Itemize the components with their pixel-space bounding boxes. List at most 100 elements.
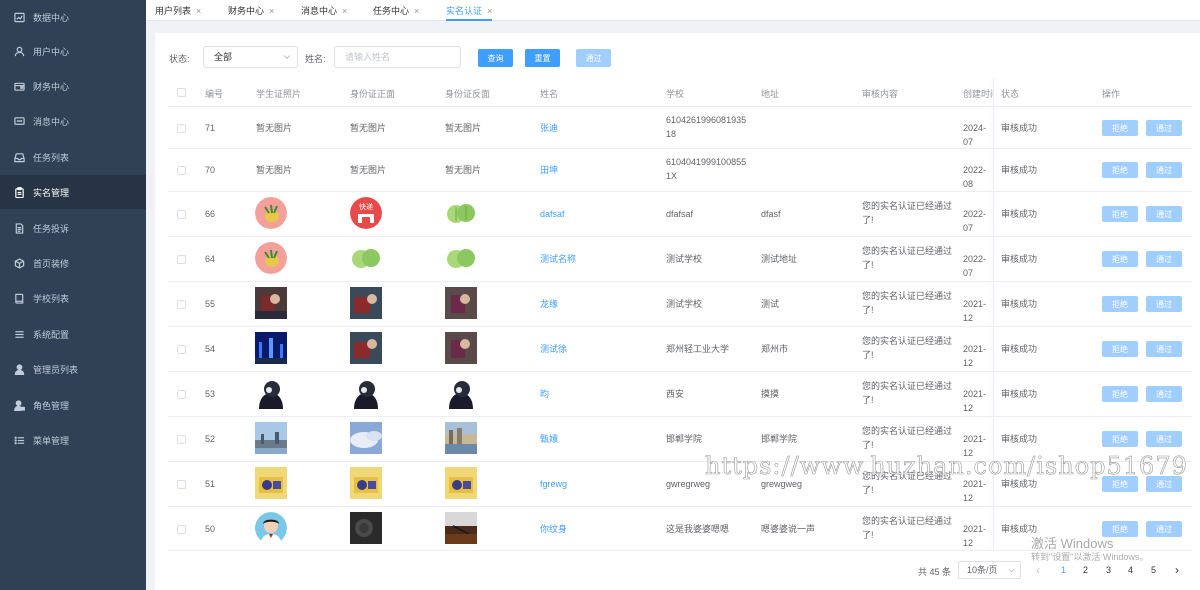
page-button-4[interactable]: 4: [1128, 565, 1133, 575]
row-checkbox[interactable]: [177, 390, 186, 399]
sidebar-item-menu-manage[interactable]: 菜单管理: [0, 423, 146, 457]
close-icon[interactable]: ×: [414, 6, 419, 16]
sidebar-item-homepage-decor[interactable]: 首页装修: [0, 246, 146, 280]
reset-button[interactable]: 重置: [525, 49, 560, 67]
status-select[interactable]: 全部: [203, 46, 298, 68]
page-button-3[interactable]: 3: [1106, 565, 1111, 575]
student-card-photo[interactable]: [255, 377, 287, 409]
approve-button[interactable]: 通过: [1146, 162, 1182, 178]
select-all-checkbox[interactable]: [177, 88, 186, 97]
id-front-photo[interactable]: [350, 242, 382, 274]
student-card-photo[interactable]: [255, 197, 287, 229]
page-size-select[interactable]: 10条/页: [958, 561, 1021, 579]
name-link[interactable]: 测试名称: [540, 252, 576, 266]
batch-approve-button[interactable]: 通过: [576, 49, 611, 67]
page-button-1[interactable]: 1: [1061, 565, 1066, 575]
sidebar-item-messages[interactable]: 消息中心: [0, 104, 146, 138]
sidebar-item-admin-list[interactable]: 管理员列表: [0, 352, 146, 386]
name-link[interactable]: 张迪: [540, 121, 558, 135]
student-card-photo[interactable]: [255, 467, 287, 499]
reject-button[interactable]: 拒绝: [1102, 341, 1138, 357]
reject-button[interactable]: 拒绝: [1102, 431, 1138, 447]
id-front-photo[interactable]: [350, 467, 382, 499]
sidebar-item-task-complaint[interactable]: 任务投诉: [0, 211, 146, 245]
sidebar-item-data-center[interactable]: 数据中心: [0, 0, 146, 34]
prev-page-button[interactable]: ‹: [1036, 563, 1040, 577]
approve-button[interactable]: 通过: [1146, 341, 1182, 357]
row-checkbox[interactable]: [177, 300, 186, 309]
id-back-photo[interactable]: [445, 512, 477, 544]
reject-button[interactable]: 拒绝: [1102, 206, 1138, 222]
id-back-photo[interactable]: [445, 242, 477, 274]
id-back-photo[interactable]: [445, 422, 477, 454]
approve-button[interactable]: 通过: [1146, 431, 1182, 447]
sidebar-item-role-manage[interactable]: 角色管理: [0, 388, 146, 422]
page-button-5[interactable]: 5: [1151, 565, 1156, 575]
id-front-photo[interactable]: [350, 287, 382, 319]
row-checkbox[interactable]: [177, 435, 186, 444]
name-link[interactable]: 甄嬛: [540, 432, 558, 446]
name-link[interactable]: 昀: [540, 387, 549, 401]
row-checkbox[interactable]: [177, 166, 186, 175]
id-front-photo[interactable]: [350, 332, 382, 364]
tab-realname[interactable]: 实名认证 ×: [446, 0, 493, 21]
approve-button[interactable]: 通过: [1146, 521, 1182, 537]
reject-button[interactable]: 拒绝: [1102, 296, 1138, 312]
id-front-photo[interactable]: [350, 377, 382, 409]
name-search-input[interactable]: [334, 46, 461, 68]
student-card-photo[interactable]: [255, 422, 287, 454]
close-icon[interactable]: ×: [196, 6, 201, 16]
approve-button[interactable]: 通过: [1146, 296, 1182, 312]
approve-button[interactable]: 通过: [1146, 120, 1182, 136]
reject-button[interactable]: 拒绝: [1102, 386, 1138, 402]
id-back-photo[interactable]: [445, 197, 477, 229]
name-link[interactable]: 测试徐: [540, 342, 567, 356]
sidebar-item-finance[interactable]: 财务中心: [0, 69, 146, 103]
name-link[interactable]: 你纹身: [540, 522, 567, 536]
query-button[interactable]: 查询: [478, 49, 513, 67]
review-text: 了!: [862, 530, 874, 540]
sidebar-item-realname[interactable]: 实名管理: [0, 175, 146, 209]
sidebar-item-task-list[interactable]: 任务列表: [0, 140, 146, 174]
tab-messages[interactable]: 消息中心 ×: [301, 0, 347, 21]
reject-button[interactable]: 拒绝: [1102, 162, 1138, 178]
next-page-button[interactable]: ›: [1175, 563, 1179, 577]
approve-button[interactable]: 通过: [1146, 251, 1182, 267]
approve-button[interactable]: 通过: [1146, 386, 1182, 402]
row-checkbox[interactable]: [177, 480, 186, 489]
name-link[interactable]: 龙缘: [540, 297, 558, 311]
tab-user-list[interactable]: 用户列表 ×: [155, 0, 201, 21]
row-checkbox[interactable]: [177, 345, 186, 354]
page-button-2[interactable]: 2: [1083, 565, 1088, 575]
tab-finance[interactable]: 财务中心 ×: [228, 0, 274, 21]
reject-button[interactable]: 拒绝: [1102, 120, 1138, 136]
row-checkbox[interactable]: [177, 255, 186, 264]
name-link[interactable]: dafsaf: [540, 207, 565, 221]
tab-tasks[interactable]: 任务中心 ×: [373, 0, 419, 21]
row-checkbox[interactable]: [177, 210, 186, 219]
sidebar-item-school-list[interactable]: 学校列表: [0, 281, 146, 315]
row-checkbox[interactable]: [177, 124, 186, 133]
approve-button[interactable]: 通过: [1146, 206, 1182, 222]
close-icon[interactable]: ×: [269, 6, 274, 16]
sidebar-item-user-center[interactable]: 用户中心: [0, 34, 146, 68]
id-front-photo[interactable]: [350, 422, 382, 454]
student-card-photo[interactable]: [255, 512, 287, 544]
student-card-photo[interactable]: [255, 287, 287, 319]
close-icon[interactable]: ×: [342, 6, 347, 16]
name-link[interactable]: fgrewg: [540, 477, 567, 491]
reject-button[interactable]: 拒绝: [1102, 251, 1138, 267]
close-icon[interactable]: ×: [487, 6, 492, 16]
id-back-photo[interactable]: [445, 287, 477, 319]
id-back-photo[interactable]: [445, 467, 477, 499]
student-card-photo[interactable]: [255, 332, 287, 364]
student-card-photo[interactable]: [255, 242, 287, 274]
id-back-photo[interactable]: [445, 332, 477, 364]
id-back-photo[interactable]: [445, 377, 477, 409]
row-checkbox[interactable]: [177, 525, 186, 534]
review-text: 了!: [862, 350, 874, 360]
sidebar-item-system-config[interactable]: 系统配置: [0, 317, 146, 351]
name-link[interactable]: 田坤: [540, 163, 558, 177]
id-front-photo[interactable]: 快递: [350, 197, 382, 229]
id-front-photo[interactable]: [350, 512, 382, 544]
